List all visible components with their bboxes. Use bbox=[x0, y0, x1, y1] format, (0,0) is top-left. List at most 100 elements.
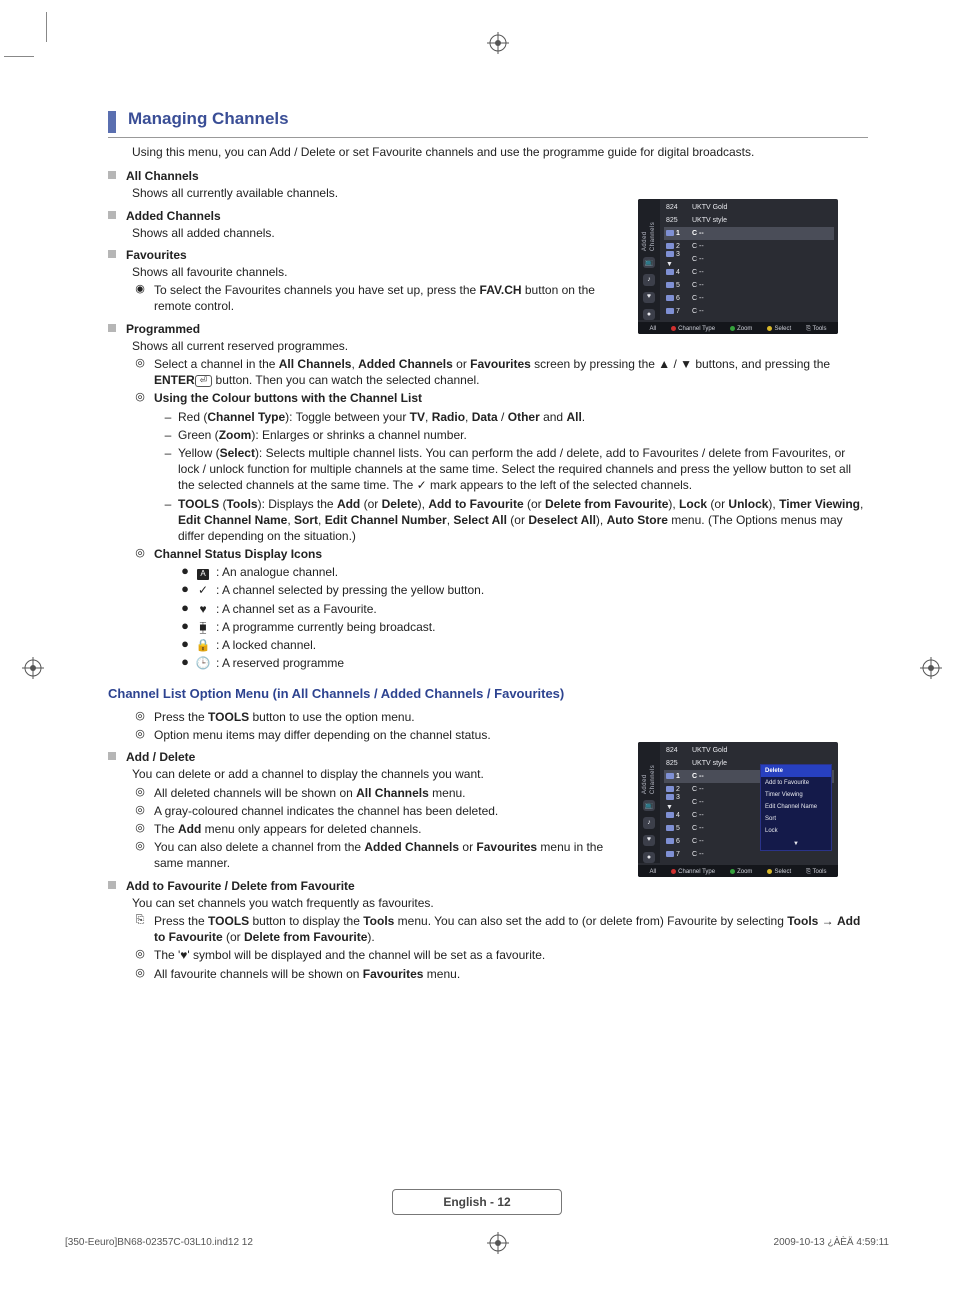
icon-broadcast: ●⧯: A programme currently being broadcas… bbox=[178, 619, 868, 635]
ad-note-4: ◎You can also delete a channel from the … bbox=[132, 839, 622, 871]
tv-menu-item: Edit Channel Name bbox=[761, 801, 831, 813]
info-icon: ◎ bbox=[132, 546, 148, 562]
square-bullet-icon bbox=[108, 752, 116, 760]
tv-menu-item: Lock bbox=[761, 825, 831, 837]
page-number: English - 12 bbox=[392, 1189, 561, 1215]
dash-red: – Red (Channel Type): Toggle between you… bbox=[160, 409, 868, 425]
tv-side-icon: ♥ bbox=[643, 835, 655, 846]
tv-row: 2C -- bbox=[664, 240, 834, 253]
tv-side-icon: ● bbox=[643, 852, 655, 863]
item-add-favourite: Add to Favourite / Delete from Favourite bbox=[108, 878, 868, 894]
tv-menu-item: Timer Viewing bbox=[761, 789, 831, 801]
info-icon: ◎ bbox=[132, 947, 148, 963]
note-status-icons: ◎ Channel Status Display Icons bbox=[132, 546, 868, 562]
section-heading: Managing Channels bbox=[108, 108, 868, 133]
item-label: Favourites bbox=[126, 247, 187, 263]
info-icon: ◎ bbox=[132, 966, 148, 982]
dash-green: – Green (Zoom): Enlarges or shrinks a ch… bbox=[160, 427, 868, 443]
tv-side-icon: ♥ bbox=[643, 292, 655, 303]
subheading-option-menu: Channel List Option Menu (in All Channel… bbox=[108, 685, 868, 703]
tv-side-icon: ♪ bbox=[643, 274, 655, 285]
info-icon: ◎ bbox=[132, 839, 148, 871]
info-icon: ◎ bbox=[132, 785, 148, 801]
dash-yellow: – Yellow (Select): Selects multiple chan… bbox=[160, 445, 868, 494]
tv-row: 3 ▼C -- bbox=[664, 253, 834, 266]
item-label: Programmed bbox=[126, 321, 200, 337]
tv-tools-popup: Delete Add to Favourite Timer Viewing Ed… bbox=[760, 764, 832, 851]
item-all-channels: All Channels bbox=[108, 168, 868, 184]
square-bullet-icon bbox=[108, 324, 116, 332]
info-icon: ◎ bbox=[132, 390, 148, 406]
intro-text: Using this menu, you can Add / Delete or… bbox=[132, 144, 852, 160]
tv-row: 5C -- bbox=[664, 279, 834, 292]
broadcast-icon: ⧯ bbox=[194, 619, 212, 635]
page-number-container: English - 12 bbox=[40, 1189, 914, 1215]
footer-date: 2009-10-13 ¿ÀÈÄ 4:59:11 bbox=[774, 1236, 889, 1250]
registration-mark-icon bbox=[485, 30, 511, 56]
tv-menu-item: Add to Favourite bbox=[761, 777, 831, 789]
tv-row: 6C -- bbox=[664, 292, 834, 305]
icon-analogue: ●A: An analogue channel. bbox=[178, 564, 868, 580]
heading-title: Managing Channels bbox=[128, 108, 289, 133]
icon-favourite: ●♥: A channel set as a Favourite. bbox=[178, 601, 868, 617]
item-desc: Shows all current reserved programmes. bbox=[132, 338, 868, 354]
remote-note: ◉ To select the Favourites channels you … bbox=[132, 282, 622, 314]
tools-icon: ⎘ bbox=[132, 913, 148, 945]
item-label: All Channels bbox=[126, 168, 199, 184]
enter-icon: ⏎ bbox=[195, 375, 213, 387]
crop-mark-icon bbox=[4, 56, 34, 57]
tv-side-icon: ● bbox=[643, 309, 655, 320]
square-bullet-icon bbox=[108, 881, 116, 889]
fav-note-all: ◎All favourite channels will be shown on… bbox=[132, 966, 868, 982]
note-select-channel: ◎ Select a channel in the All Channels, … bbox=[132, 356, 868, 388]
analogue-icon: A bbox=[194, 564, 212, 580]
tv-row: 4C -- bbox=[664, 266, 834, 279]
item-desc: You can set channels you watch frequentl… bbox=[132, 895, 868, 911]
info-icon: ◎ bbox=[132, 709, 148, 725]
footer-file: [350-Eeuro]BN68-02357C-03L10.ind12 12 bbox=[65, 1236, 253, 1250]
item-label: Add / Delete bbox=[126, 749, 195, 765]
icon-locked: ●🔒: A locked channel. bbox=[178, 637, 868, 653]
registration-mark-icon bbox=[918, 655, 944, 681]
page: Managing Channels Using this menu, you c… bbox=[40, 40, 914, 1275]
heart-icon: ♥ bbox=[194, 601, 212, 617]
note-text: To select the Favourites channels you ha… bbox=[154, 282, 622, 314]
note-press-tools: ◎ Press the TOOLS button to use the opti… bbox=[132, 709, 868, 725]
tv-side-icon: ♪ bbox=[643, 817, 655, 828]
tv-menu-more: ▼ bbox=[761, 838, 831, 850]
square-bullet-icon bbox=[108, 171, 116, 179]
tv-side-label: Added Channels bbox=[641, 746, 657, 794]
tv-header-row: 824UKTV Gold bbox=[664, 201, 834, 214]
tv-screenshot-tools-menu: Added Channels 📺 ♪ ♥ ● 824UKTV Gold 825U… bbox=[638, 742, 838, 877]
tv-screenshot-channel-list: Added Channels 📺 ♪ ♥ ● 824UKTV Gold 825U… bbox=[638, 199, 838, 334]
tv-footer: All Channel Type Zoom Select ⎘ Tools bbox=[638, 865, 838, 877]
dash-tools: – TOOLS (Tools): Displays the Add (or De… bbox=[160, 496, 868, 545]
lock-icon: 🔒 bbox=[194, 637, 212, 653]
note-option-differ: ◎ Option menu items may differ depending… bbox=[132, 727, 868, 743]
tv-side-label: Added Channels bbox=[641, 203, 657, 251]
tv-menu-item: Delete bbox=[761, 765, 831, 777]
icon-selected: ●✓: A channel selected by pressing the y… bbox=[178, 582, 868, 598]
print-footer: [350-Eeuro]BN68-02357C-03L10.ind12 12 20… bbox=[65, 1236, 889, 1250]
info-icon: ◎ bbox=[132, 821, 148, 837]
tv-footer: All Channel Type Zoom Select ⎘ Tools bbox=[638, 322, 838, 334]
tv-header-row: 824UKTV Gold bbox=[664, 744, 834, 757]
remote-icon: ◉ bbox=[132, 282, 148, 314]
clock-icon: 🕒 bbox=[194, 655, 212, 671]
fav-note-heart: ◎The '♥' symbol will be displayed and th… bbox=[132, 947, 868, 963]
check-icon: ✓ bbox=[194, 582, 212, 598]
tv-header-row: 825UKTV style bbox=[664, 214, 834, 227]
item-label: Add to Favourite / Delete from Favourite bbox=[126, 878, 355, 894]
note-colour-buttons: ◎ Using the Colour buttons with the Chan… bbox=[132, 390, 868, 406]
square-bullet-icon bbox=[108, 211, 116, 219]
square-bullet-icon bbox=[108, 250, 116, 258]
info-icon: ◎ bbox=[132, 356, 148, 388]
tv-sidebar: Added Channels 📺 ♪ ♥ ● bbox=[638, 199, 660, 320]
tv-row: 7C -- bbox=[664, 305, 834, 318]
tv-sidebar: Added Channels 📺 ♪ ♥ ● bbox=[638, 742, 660, 863]
fav-note-tools: ⎘ Press the TOOLS button to display the … bbox=[132, 913, 868, 945]
info-icon: ◎ bbox=[132, 803, 148, 819]
heading-marker-icon bbox=[108, 111, 116, 133]
crop-mark-icon bbox=[46, 12, 47, 42]
tv-side-icon: 📺 bbox=[643, 800, 655, 811]
